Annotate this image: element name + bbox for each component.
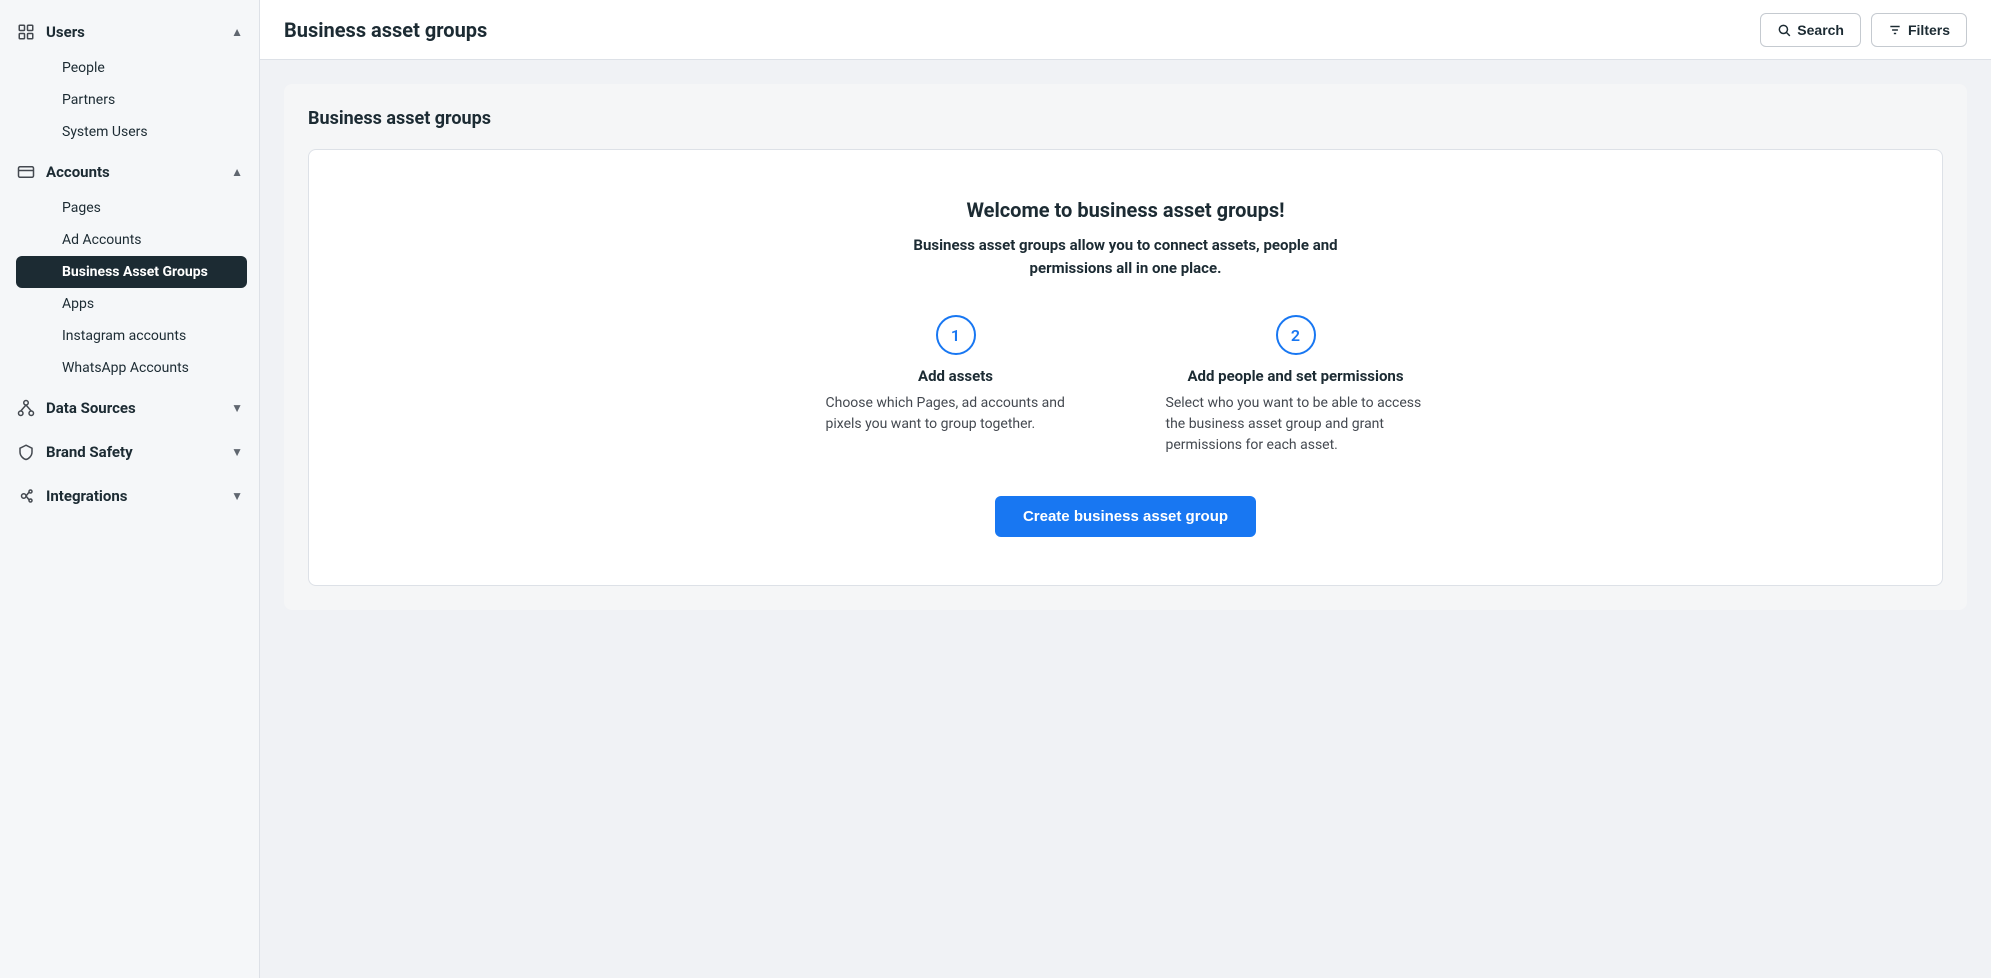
sidebar-item-people[interactable]: People	[16, 52, 259, 84]
sidebar-section-integrations-header[interactable]: Integrations ▼	[0, 476, 259, 516]
sidebar-section-integrations: Integrations ▼	[0, 476, 259, 516]
sidebar-users-subitems: People Partners System Users	[0, 52, 259, 148]
step-1-title: Add assets	[918, 367, 993, 385]
step-2-title: Add people and set permissions	[1187, 367, 1403, 385]
brand-safety-icon	[16, 442, 36, 462]
welcome-subtitle: Business asset groups allow you to conne…	[876, 234, 1376, 279]
search-icon	[1777, 23, 1791, 37]
sidebar-item-partners[interactable]: Partners	[16, 84, 259, 116]
step-2: 2 Add people and set permissions Select …	[1166, 315, 1426, 456]
sidebar-section-users-header[interactable]: Users ▲	[0, 12, 259, 52]
welcome-card: Welcome to business asset groups! Busine…	[308, 149, 1943, 586]
data-sources-icon	[16, 398, 36, 418]
content-area: Business asset groups Welcome to busines…	[260, 60, 1991, 978]
step-2-description: Select who you want to be able to access…	[1166, 393, 1426, 456]
sidebar-item-pages[interactable]: Pages	[16, 192, 259, 224]
accounts-icon	[16, 162, 36, 182]
sidebar-item-apps[interactable]: Apps	[16, 288, 259, 320]
sidebar-section-users-label: Users	[46, 23, 85, 41]
search-button-label: Search	[1797, 22, 1844, 38]
integrations-icon	[16, 486, 36, 506]
filters-button[interactable]: Filters	[1871, 13, 1967, 47]
filters-button-label: Filters	[1908, 22, 1950, 38]
sidebar-item-whatsapp-accounts[interactable]: WhatsApp Accounts	[16, 352, 259, 384]
sidebar-section-users: Users ▲ People Partners System Users	[0, 12, 259, 148]
sidebar-section-data-sources-label: Data Sources	[46, 399, 136, 417]
main-content: Business asset groups Search Filters	[260, 0, 1991, 978]
step-2-number: 2	[1276, 315, 1316, 355]
welcome-title: Welcome to business asset groups!	[966, 198, 1284, 222]
step-1-number: 1	[936, 315, 976, 355]
sidebar-section-accounts: Accounts ▲ Pages Ad Accounts Business As…	[0, 152, 259, 384]
sidebar-item-instagram-accounts[interactable]: Instagram accounts	[16, 320, 259, 352]
step-1: 1 Add assets Choose which Pages, ad acco…	[826, 315, 1086, 456]
chevron-up-icon: ▲	[231, 25, 243, 39]
sidebar-accounts-subitems: Pages Ad Accounts Business Asset Groups …	[0, 192, 259, 384]
chevron-down-icon-data: ▼	[231, 401, 243, 415]
chevron-down-icon-integrations: ▼	[231, 489, 243, 503]
filters-icon	[1888, 23, 1902, 37]
page-title: Business asset groups	[284, 18, 487, 42]
steps-container: 1 Add assets Choose which Pages, ad acco…	[826, 315, 1426, 456]
chevron-up-icon-accounts: ▲	[231, 165, 243, 179]
content-panel-title: Business asset groups	[308, 108, 1943, 129]
sidebar-section-brand-safety-label: Brand Safety	[46, 443, 133, 461]
sidebar: Users ▲ People Partners System Users Acc…	[0, 0, 260, 978]
users-icon	[16, 22, 36, 42]
sidebar-section-accounts-header[interactable]: Accounts ▲	[0, 152, 259, 192]
create-business-asset-group-button[interactable]: Create business asset group	[995, 496, 1256, 537]
search-button[interactable]: Search	[1760, 13, 1861, 47]
top-header: Business asset groups Search Filters	[260, 0, 1991, 60]
header-actions: Search Filters	[1760, 13, 1967, 47]
sidebar-item-business-asset-groups[interactable]: Business Asset Groups	[16, 256, 247, 288]
sidebar-section-brand-safety-header[interactable]: Brand Safety ▼	[0, 432, 259, 472]
sidebar-section-brand-safety: Brand Safety ▼	[0, 432, 259, 472]
content-panel: Business asset groups Welcome to busines…	[284, 84, 1967, 610]
sidebar-section-integrations-label: Integrations	[46, 487, 127, 505]
step-1-description: Choose which Pages, ad accounts and pixe…	[826, 393, 1086, 435]
sidebar-item-ad-accounts[interactable]: Ad Accounts	[16, 224, 259, 256]
chevron-down-icon-brand: ▼	[231, 445, 243, 459]
sidebar-section-accounts-label: Accounts	[46, 163, 110, 181]
sidebar-section-data-sources-header[interactable]: Data Sources ▼	[0, 388, 259, 428]
sidebar-section-data-sources: Data Sources ▼	[0, 388, 259, 428]
sidebar-item-system-users[interactable]: System Users	[16, 116, 259, 148]
